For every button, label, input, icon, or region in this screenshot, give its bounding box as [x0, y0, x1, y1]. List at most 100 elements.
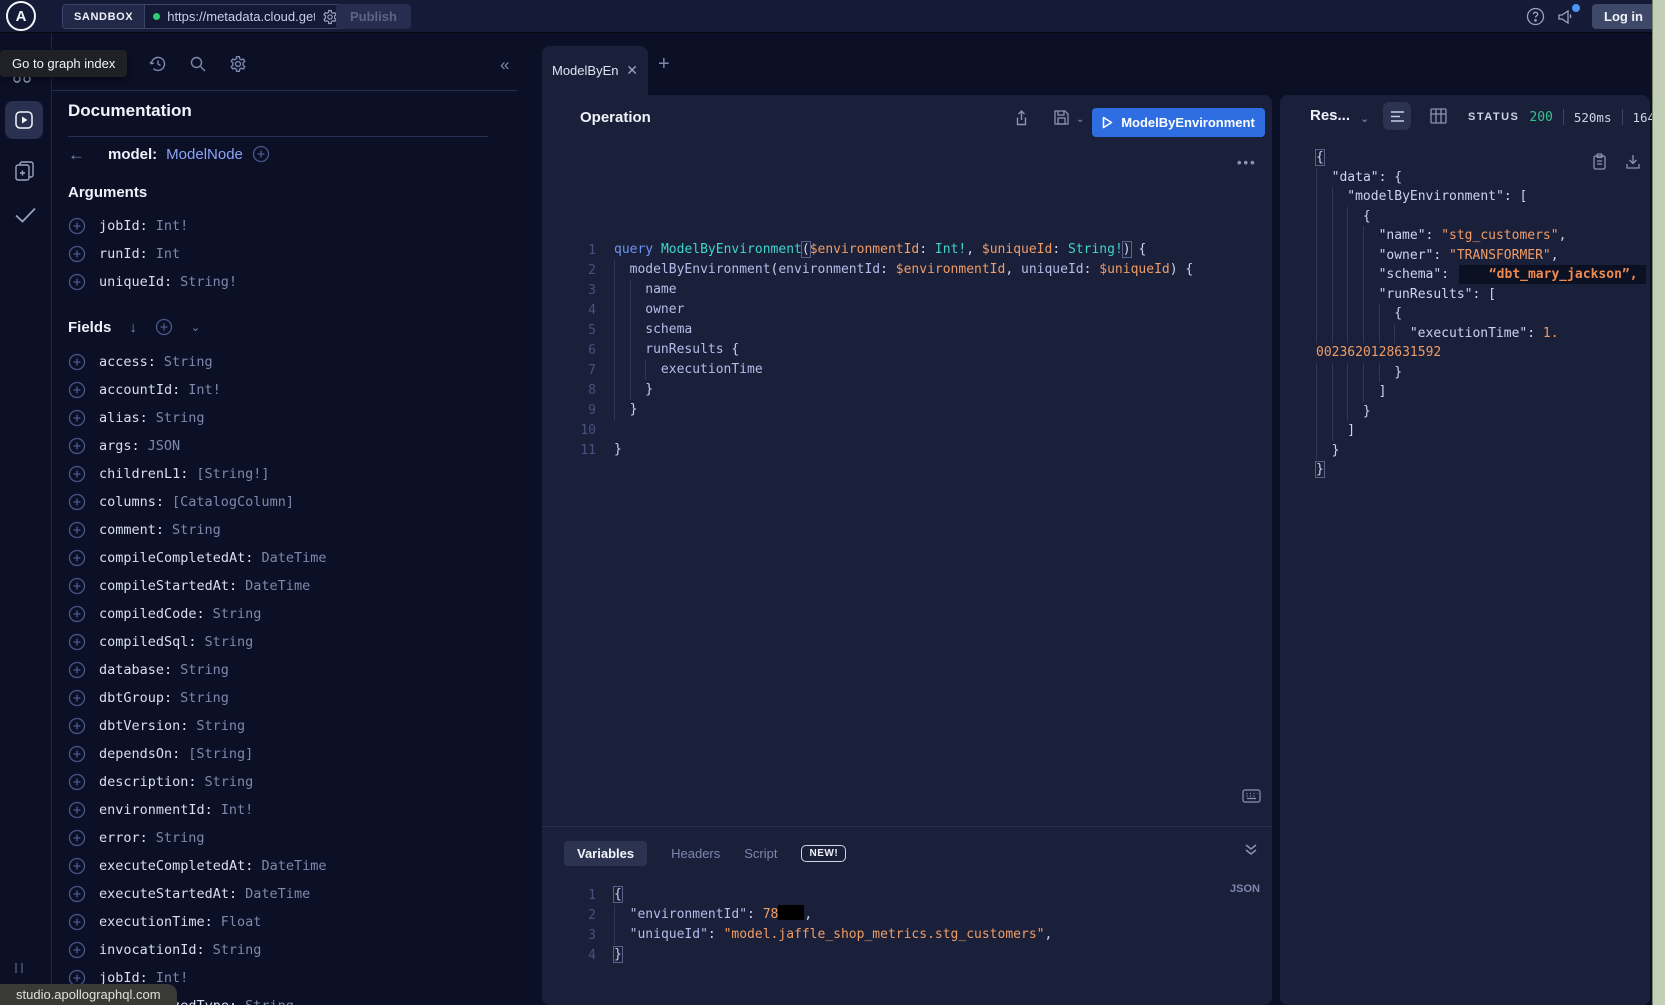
field-type[interactable]: Float [221, 914, 262, 930]
add-field-icon[interactable] [68, 217, 86, 235]
field-type[interactable]: String [156, 830, 205, 846]
field-name[interactable]: compiledSql: [99, 634, 197, 650]
field-name[interactable]: compileCompletedAt: [99, 550, 253, 566]
field-name[interactable]: childrenL1: [99, 466, 188, 482]
field-type[interactable]: String [205, 634, 254, 650]
response-format-json-button[interactable] [1383, 102, 1411, 130]
field-name[interactable]: comment: [99, 522, 164, 538]
field-name[interactable]: dependsOn: [99, 746, 180, 762]
field-name[interactable]: executeCompletedAt: [99, 858, 253, 874]
settings-gear-icon[interactable] [229, 55, 247, 73]
add-field-icon[interactable] [68, 521, 86, 539]
field-type[interactable]: Int! [221, 802, 254, 818]
login-button[interactable]: Log in [1592, 4, 1655, 29]
field-name[interactable]: database: [99, 662, 172, 678]
variables-editor[interactable]: 1{2"environmentId": 78,3"uniqueId": "mod… [566, 885, 1052, 965]
add-field-icon[interactable] [68, 717, 86, 735]
tab-variables[interactable]: Variables [564, 841, 647, 866]
field-name[interactable]: jobId: [99, 218, 148, 234]
field-name[interactable]: alias: [99, 410, 148, 426]
field-type[interactable]: DateTime [261, 550, 326, 566]
add-field-icon[interactable] [68, 409, 86, 427]
field-type[interactable]: String [164, 354, 213, 370]
response-format-table-icon[interactable] [1430, 108, 1447, 124]
field-type[interactable]: String [213, 606, 262, 622]
field-name[interactable]: columns: [99, 494, 164, 510]
field-type[interactable]: Int! [156, 218, 189, 234]
collapse-docs-panel-icon[interactable]: « [500, 55, 509, 75]
add-field-icon[interactable] [68, 857, 86, 875]
field-type[interactable]: String [180, 662, 229, 678]
sidebar-item-checks[interactable] [13, 205, 38, 225]
close-tab-icon[interactable]: ✕ [626, 62, 638, 79]
endpoint-url-field[interactable]: https://metadata.cloud.get [145, 5, 353, 28]
add-field-icon[interactable] [68, 773, 86, 791]
add-field-icon[interactable] [68, 689, 86, 707]
history-icon[interactable] [149, 55, 167, 73]
tab-headers[interactable]: Headers [671, 846, 720, 861]
back-arrow-icon[interactable]: ← [68, 146, 85, 163]
field-type[interactable]: String [180, 690, 229, 706]
field-type[interactable]: String [245, 998, 294, 1005]
collapse-variables-icon[interactable] [1244, 843, 1258, 856]
operation-menu-icon[interactable]: ••• [1237, 155, 1257, 170]
field-name[interactable]: compiledCode: [99, 606, 205, 622]
sidebar-item-collections[interactable] [13, 159, 37, 183]
field-type[interactable]: String! [180, 274, 237, 290]
sidebar-item-explorer[interactable] [5, 101, 43, 139]
tab-script[interactable]: Script [744, 846, 777, 861]
add-field-icon[interactable] [68, 605, 86, 623]
field-name[interactable]: runId: [99, 246, 148, 262]
endpoint-url-text[interactable]: https://metadata.cloud.get [167, 9, 315, 24]
search-icon[interactable] [189, 55, 207, 73]
tab-modelbyenvironment[interactable]: ModelByEnvi... ✕ [542, 46, 648, 95]
field-type[interactable]: DateTime [261, 858, 326, 874]
save-icon[interactable] [1053, 109, 1070, 126]
field-type[interactable]: String [196, 718, 245, 734]
field-name[interactable]: dbtGroup: [99, 690, 172, 706]
add-field-icon[interactable] [68, 577, 86, 595]
add-field-icon[interactable] [68, 549, 86, 567]
field-name[interactable]: access: [99, 354, 156, 370]
add-field-icon[interactable] [68, 661, 86, 679]
add-field-icon[interactable] [68, 437, 86, 455]
add-field-icon[interactable] [68, 885, 86, 903]
keyboard-shortcuts-icon[interactable] [1242, 789, 1261, 803]
field-name[interactable]: dbtVersion: [99, 718, 188, 734]
field-name[interactable]: environmentId: [99, 802, 213, 818]
add-field-icon[interactable] [68, 913, 86, 931]
response-title-chevron-icon[interactable]: ⌄ [1360, 112, 1369, 125]
field-name[interactable]: accountId: [99, 382, 180, 398]
field-type[interactable]: String [213, 942, 262, 958]
field-type[interactable]: JSON [148, 438, 181, 454]
operation-editor[interactable]: 1query ModelByEnvironment($environmentId… [566, 240, 1193, 460]
field-type[interactable]: [String] [188, 746, 253, 762]
field-type[interactable]: String [205, 774, 254, 790]
save-options-chevron-icon[interactable]: ⌄ [1076, 114, 1084, 125]
chevron-down-icon[interactable]: ⌄ [191, 321, 200, 334]
add-field-icon[interactable] [68, 465, 86, 483]
add-field-icon[interactable] [68, 273, 86, 291]
share-icon[interactable] [1013, 109, 1030, 127]
new-tab-icon[interactable]: + [658, 53, 670, 76]
add-fields-icon[interactable] [155, 318, 173, 336]
add-field-icon[interactable] [68, 829, 86, 847]
add-field-icon[interactable] [68, 745, 86, 763]
run-operation-button[interactable]: ModelByEnvironment [1092, 108, 1265, 137]
add-field-icon[interactable] [68, 353, 86, 371]
add-field-icon[interactable] [68, 801, 86, 819]
field-name[interactable]: compileStartedAt: [99, 578, 237, 594]
field-type[interactable]: [String!] [196, 466, 269, 482]
field-name[interactable]: executionTime: [99, 914, 213, 930]
add-all-fields-icon[interactable] [252, 145, 270, 163]
field-type[interactable]: String [156, 410, 205, 426]
field-name[interactable]: executeStartedAt: [99, 886, 237, 902]
field-type[interactable]: [CatalogColumn] [172, 494, 294, 510]
field-name[interactable]: uniqueId: [99, 274, 172, 290]
add-field-icon[interactable] [68, 941, 86, 959]
publish-button[interactable]: Publish [336, 4, 411, 29]
field-name[interactable]: args: [99, 438, 140, 454]
apollo-logo-icon[interactable]: A [6, 1, 36, 31]
breadcrumb-type-link[interactable]: ModelNode [166, 146, 243, 163]
field-type[interactable]: DateTime [245, 886, 310, 902]
